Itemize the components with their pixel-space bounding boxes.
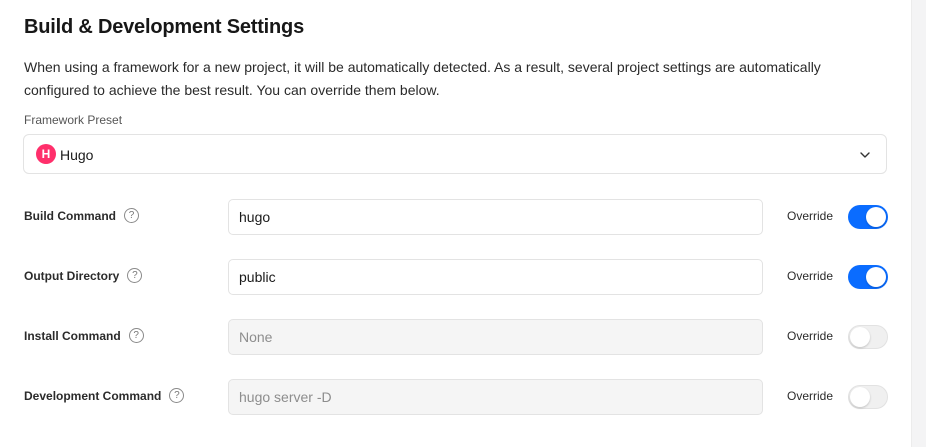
- toggle-knob: [866, 207, 886, 227]
- toggle-knob: [866, 267, 886, 287]
- output-directory-label-text: Output Directory: [24, 268, 120, 283]
- build-command-override-label: Override: [787, 209, 834, 223]
- output-directory-row: Output Directory ? Override: [0, 259, 926, 295]
- build-command-label: Build Command ?: [24, 208, 139, 223]
- install-command-row: Install Command ? Override: [0, 319, 926, 355]
- output-directory-label: Output Directory ?: [24, 268, 143, 283]
- install-command-label: Install Command ?: [24, 328, 144, 343]
- development-command-input[interactable]: [228, 379, 763, 415]
- help-icon[interactable]: ?: [169, 388, 185, 403]
- build-command-label-text: Build Command: [24, 208, 116, 223]
- install-command-override-toggle[interactable]: [848, 325, 888, 349]
- framework-preset-select[interactable]: H Hugo: [23, 134, 887, 174]
- development-command-label-text: Development Command: [24, 388, 162, 403]
- hugo-logo-letter: H: [41, 147, 51, 161]
- install-command-override-label: Override: [787, 329, 834, 343]
- output-directory-input[interactable]: [228, 259, 763, 295]
- framework-preset-value: Hugo: [60, 147, 94, 163]
- build-command-row: Build Command ? Override: [0, 199, 926, 235]
- output-directory-override-toggle[interactable]: [848, 265, 888, 289]
- help-icon[interactable]: ?: [128, 328, 144, 343]
- toggle-knob: [850, 327, 870, 347]
- section-title: Build & Development Settings: [24, 16, 304, 38]
- output-directory-override-label: Override: [787, 269, 834, 283]
- section-description: When using a framework for a new project…: [24, 59, 821, 98]
- build-command-override-toggle[interactable]: [848, 205, 888, 229]
- development-command-label: Development Command ?: [24, 388, 185, 403]
- build-command-input[interactable]: [228, 199, 763, 235]
- build-settings-page: Build & Development Settings When using …: [0, 0, 926, 447]
- framework-preset-label: Framework Preset: [24, 113, 123, 127]
- development-command-row: Development Command ? Override: [0, 379, 926, 415]
- help-icon[interactable]: ?: [124, 208, 139, 223]
- install-command-label-text: Install Command: [24, 328, 121, 343]
- development-command-override-toggle[interactable]: [848, 385, 888, 409]
- toggle-knob: [850, 387, 870, 407]
- help-icon[interactable]: ?: [127, 268, 143, 283]
- install-command-input[interactable]: [228, 319, 763, 355]
- hugo-logo-icon: H: [36, 144, 56, 164]
- chevron-down-icon: [860, 152, 870, 158]
- development-command-override-label: Override: [787, 389, 834, 403]
